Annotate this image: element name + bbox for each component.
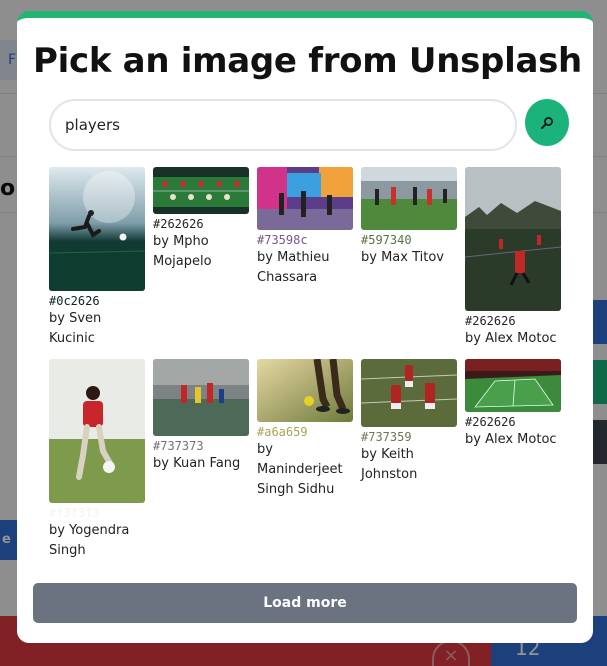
result-item[interactable]: #0c2626 by Sven Kucinic bbox=[49, 167, 145, 349]
color-hex: #737373 bbox=[153, 439, 204, 453]
result-item[interactable]: #262626 by Alex Motoc bbox=[465, 167, 561, 349]
color-hex: #262626 bbox=[465, 314, 516, 328]
result-thumbnail[interactable] bbox=[361, 359, 457, 427]
unsplash-picker-modal: Pick an image from Unsplash #0c2626 by S… bbox=[17, 11, 593, 643]
result-item[interactable]: #73598c by Mathieu Chassara bbox=[257, 167, 353, 288]
photo-credit: by Alex Motoc bbox=[465, 331, 557, 346]
result-thumbnail[interactable] bbox=[153, 167, 249, 214]
result-thumbnail[interactable] bbox=[257, 167, 353, 230]
result-thumbnail[interactable] bbox=[49, 359, 145, 503]
search-input[interactable] bbox=[49, 99, 517, 151]
color-hex: #262626 bbox=[465, 415, 516, 429]
result-item[interactable]: #737359 by Keith Johnston bbox=[361, 359, 457, 485]
color-hex: #262626 bbox=[153, 217, 204, 231]
result-thumbnail[interactable] bbox=[257, 359, 353, 422]
result-thumbnail[interactable] bbox=[465, 359, 561, 412]
photo-credit: by Sven Kucinic bbox=[49, 311, 102, 346]
photo-credit: by Max Titov bbox=[361, 250, 444, 265]
result-thumbnail[interactable] bbox=[465, 167, 561, 311]
result-thumbnail[interactable] bbox=[49, 167, 145, 291]
color-hex: #f3f3f3 bbox=[49, 506, 100, 520]
photo-credit: by Mathieu Chassara bbox=[257, 250, 330, 285]
color-hex: #597340 bbox=[361, 233, 412, 247]
result-item[interactable]: #a6a659 by Maninderjeet Singh Sidhu bbox=[257, 359, 353, 500]
photo-credit: by Maninderjeet Singh Sidhu bbox=[257, 442, 343, 497]
photo-credit: by Yogendra Singh bbox=[49, 523, 130, 558]
result-item[interactable]: #262626 by Alex Motoc bbox=[465, 359, 561, 450]
search-button[interactable] bbox=[525, 99, 569, 146]
color-hex: #73598c bbox=[257, 233, 308, 247]
result-item[interactable]: #f3f3f3 by Yogendra Singh bbox=[49, 359, 145, 561]
photo-credit: by Mpho Mojapelo bbox=[153, 234, 212, 269]
image-results-grid: #0c2626 by Sven Kucinic #262626 by Mpho … bbox=[49, 167, 569, 587]
modal-title: Pick an image from Unsplash bbox=[33, 41, 582, 81]
load-more-button[interactable]: Load more bbox=[33, 583, 577, 623]
result-thumbnail[interactable] bbox=[361, 167, 457, 230]
result-thumbnail[interactable] bbox=[153, 359, 249, 436]
color-hex: #737359 bbox=[361, 430, 412, 444]
search-icon bbox=[541, 116, 553, 129]
result-item[interactable]: #737373 by Kuan Fang bbox=[153, 359, 249, 474]
result-item[interactable]: #597340 by Max Titov bbox=[361, 167, 457, 268]
result-item[interactable]: #262626 by Mpho Mojapelo bbox=[153, 167, 249, 272]
color-hex: #a6a659 bbox=[257, 425, 308, 439]
photo-credit: by Alex Motoc bbox=[465, 432, 557, 447]
photo-credit: by Keith Johnston bbox=[361, 447, 418, 482]
photo-credit: by Kuan Fang bbox=[153, 456, 241, 471]
color-hex: #0c2626 bbox=[49, 294, 100, 308]
